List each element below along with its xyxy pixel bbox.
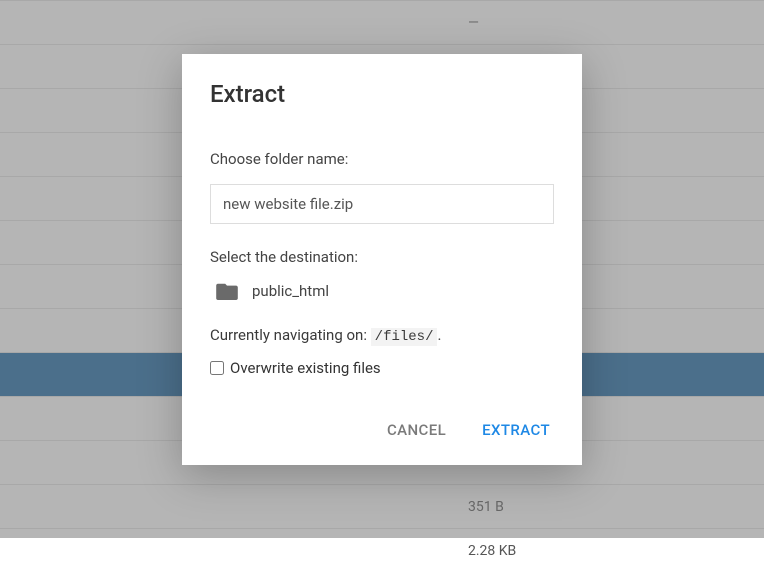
dialog-title: Extract [210, 80, 554, 108]
navigation-suffix: . [437, 326, 441, 344]
extract-button[interactable]: EXTRACT [478, 415, 554, 445]
folder-name-input[interactable] [210, 184, 554, 224]
extract-dialog: Extract Choose folder name: Select the d… [182, 54, 582, 465]
destination-row[interactable]: public_html [216, 282, 554, 300]
destination-name: public_html [252, 282, 329, 300]
cancel-button[interactable]: CANCEL [383, 415, 450, 445]
navigation-path: /files/ [371, 328, 438, 346]
destination-label: Select the destination: [210, 248, 554, 266]
overwrite-label: Overwrite existing files [230, 359, 381, 377]
navigation-prefix: Currently navigating on: [210, 326, 371, 344]
file-size: 2.28 KB [468, 543, 516, 559]
navigation-path-line: Currently navigating on: /files/. [210, 326, 554, 345]
overwrite-row[interactable]: Overwrite existing files [210, 359, 554, 377]
modal-overlay: Extract Choose folder name: Select the d… [0, 0, 764, 538]
dialog-actions: CANCEL EXTRACT [210, 415, 554, 445]
folder-icon [216, 282, 238, 300]
folder-name-label: Choose folder name: [210, 150, 554, 168]
overwrite-checkbox[interactable] [210, 361, 224, 375]
